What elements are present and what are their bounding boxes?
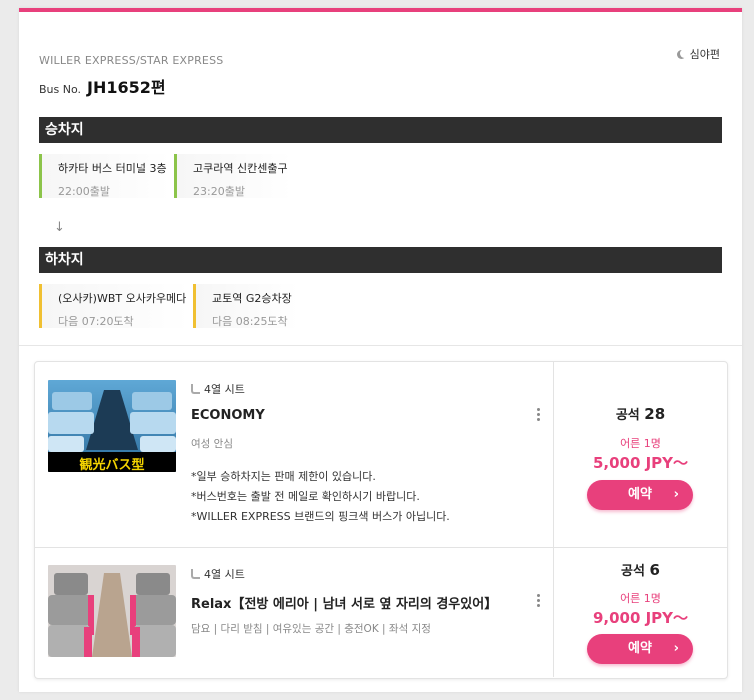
operator-name: WILLER EXPRESS/STAR EXPRESS	[39, 54, 224, 67]
price: 5,000 JPY～	[592, 454, 689, 472]
availability: 공석 28	[554, 404, 727, 423]
seat-config: 4열 시트	[191, 381, 245, 397]
bus-number-value: JH1652편	[87, 78, 166, 97]
more-options-icon[interactable]	[537, 408, 541, 423]
bus-interior-image	[48, 565, 176, 657]
stop-time: 23:20출발	[193, 185, 245, 198]
availability-label: 공석	[621, 564, 645, 579]
seat-type-name: Relax【전방 에리아 | 남녀 서로 옆 자리의 경우있어】	[191, 597, 498, 612]
book-button[interactable]: 예약 ›	[587, 480, 693, 510]
seat-icon	[191, 384, 200, 394]
seat-config-label: 4열 시트	[204, 383, 245, 396]
book-button-label: 예약	[628, 641, 652, 656]
bus-number-label: Bus No.	[39, 83, 82, 96]
night-label: 심야편	[689, 48, 720, 61]
availability-count: 28	[644, 405, 666, 423]
chevron-right-icon: ›	[673, 487, 679, 502]
alighting-stop[interactable]: 교토역 G2승차장 다음 08:25도착	[193, 284, 299, 328]
arrow-down-icon: ↓	[54, 220, 65, 235]
seat-notes: *일부 승하차지는 판매 제한이 있습니다. *버스번호는 출발 전 메일로 확…	[191, 467, 450, 527]
seat-option-relax: 4열 시트 Relax【전방 에리아 | 남녀 서로 옆 자리의 경우있어】 담…	[35, 548, 727, 677]
stop-name: (오사카)WBT 오사카우메다	[58, 292, 187, 305]
alighting-section-title: 하차지	[39, 247, 722, 273]
divider	[19, 345, 742, 346]
seat-config: 4열 시트	[191, 566, 245, 582]
seat-tags: 여성 안심	[191, 438, 233, 450]
book-button[interactable]: 예약 ›	[587, 634, 693, 664]
seat-option-economy: 観光バス型 4열 시트 ECONOMY 여성 안심 *일부 승하차지는 판매 제…	[35, 362, 727, 548]
seat-tags: 담요 | 다리 받침 | 여유있는 공간 | 충전OK | 좌석 지정	[191, 623, 431, 635]
passenger-label: 어른 1명	[620, 437, 661, 450]
seat-photo: 観光バス型	[48, 380, 176, 472]
availability-count: 6	[649, 561, 660, 579]
availability-label: 공석	[615, 408, 640, 423]
chevron-right-icon: ›	[673, 641, 679, 656]
seat-config-label: 4열 시트	[204, 568, 245, 581]
note-line: *일부 승하차지는 판매 제한이 있습니다.	[191, 470, 376, 483]
boarding-stop[interactable]: 하카타 버스 터미널 3층 22:00출발	[39, 154, 171, 198]
more-options-icon[interactable]	[537, 594, 541, 609]
stop-time: 다음 07:20도착	[58, 315, 134, 328]
stop-time: 다음 08:25도착	[212, 315, 288, 328]
note-line: *WILLER EXPRESS 브랜드의 핑크색 버스가 아닙니다.	[191, 510, 450, 523]
seat-options-panel: 観光バス型 4열 시트 ECONOMY 여성 안심 *일부 승하차지는 판매 제…	[34, 361, 728, 679]
boarding-stop[interactable]: 고쿠라역 신칸센출구 23:20출발	[174, 154, 292, 198]
stop-name: 하카타 버스 터미널 3층	[58, 162, 167, 175]
bus-number: Bus No. JH1652편	[39, 74, 166, 98]
availability: 공석 6	[554, 560, 727, 579]
boarding-section-title: 승차지	[39, 117, 722, 143]
note-line: *버스번호는 출발 전 메일로 확인하시기 바랍니다.	[191, 490, 420, 503]
night-bus-badge: 심야편	[676, 46, 720, 62]
stop-name: 고쿠라역 신칸센출구	[193, 162, 288, 175]
seat-type-name: ECONOMY	[191, 408, 265, 423]
book-button-label: 예약	[628, 487, 652, 502]
price: 9,000 JPY～	[592, 609, 689, 627]
moon-icon	[676, 48, 689, 59]
seat-photo	[48, 565, 176, 657]
stop-time: 22:00출발	[58, 185, 110, 198]
seat-photo-caption: 観光バス型	[79, 458, 145, 472]
bus-result-card: WILLER EXPRESS/STAR EXPRESS 심야편 Bus No. …	[19, 8, 742, 692]
alighting-stop[interactable]: (오사카)WBT 오사카우메다 다음 07:20도착	[39, 284, 189, 328]
passenger-label: 어른 1명	[620, 592, 661, 605]
seat-icon	[191, 569, 200, 579]
stop-name: 교토역 G2승차장	[212, 292, 292, 305]
